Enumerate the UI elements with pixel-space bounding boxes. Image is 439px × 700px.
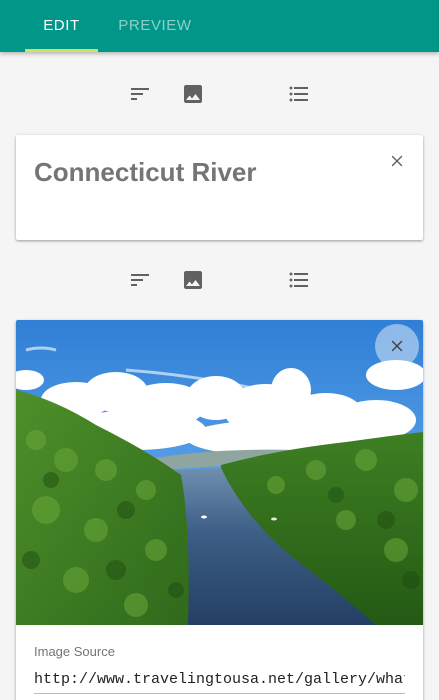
app-bar: EDIT PREVIEW: [0, 0, 439, 52]
title-remove-button[interactable]: [375, 139, 419, 183]
image-icon[interactable]: [181, 268, 205, 292]
image-icon[interactable]: [181, 82, 205, 106]
image-source-label: Image Source: [34, 644, 115, 659]
title-block-card: Connecticut River: [16, 135, 423, 240]
image-source-input[interactable]: [34, 666, 405, 694]
text-format-icon[interactable]: [128, 82, 152, 106]
list-icon[interactable]: [287, 268, 311, 292]
list-icon[interactable]: [287, 82, 311, 106]
image-remove-button[interactable]: [375, 324, 419, 368]
image-block-card: Image Source: [16, 320, 423, 700]
tab-edit[interactable]: EDIT: [25, 0, 98, 52]
river-photo: [16, 320, 423, 625]
close-icon: [391, 340, 403, 352]
close-icon: [391, 155, 403, 167]
text-format-icon[interactable]: [128, 268, 152, 292]
title-text[interactable]: Connecticut River: [34, 157, 257, 188]
active-tab-indicator: [25, 49, 98, 52]
tab-preview[interactable]: PREVIEW: [110, 0, 200, 52]
